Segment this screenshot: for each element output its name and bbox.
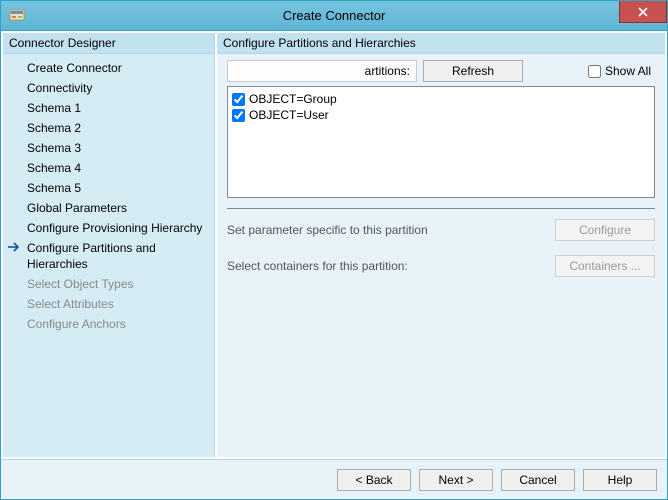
list-item-label: OBJECT=Group <box>249 92 337 106</box>
nav-item-label: Schema 2 <box>27 121 81 135</box>
divider <box>227 208 655 209</box>
nav-item-label: Select Attributes <box>27 297 114 311</box>
nav-item-label: Schema 3 <box>27 141 81 155</box>
containers-label: Select containers for this partition: <box>227 259 555 273</box>
nav-item-3[interactable]: Schema 2 <box>3 118 214 138</box>
containers-button[interactable]: Containers ... <box>555 255 655 277</box>
cancel-button[interactable]: Cancel <box>501 469 575 491</box>
nav-item-label: Create Connector <box>27 61 122 75</box>
showall-wrap[interactable]: Show All <box>588 64 655 78</box>
titlebar: Create Connector <box>1 1 667 31</box>
help-button[interactable]: Help <box>583 469 657 491</box>
footer: < Back Next > Cancel Help <box>1 459 667 499</box>
partitions-label: artitions: <box>227 60 417 82</box>
partitions-listbox[interactable]: OBJECT=Group OBJECT=User <box>227 86 655 198</box>
close-button[interactable] <box>619 1 667 23</box>
next-button[interactable]: Next > <box>419 469 493 491</box>
param-label: Set parameter specific to this partition <box>227 223 555 237</box>
nav-item-9[interactable]: Configure Partitions and Hierarchies <box>3 238 214 274</box>
nav-item-7[interactable]: Global Parameters <box>3 198 214 218</box>
window: Create Connector Connector Designer Crea… <box>0 0 668 500</box>
nav-item-2[interactable]: Schema 1 <box>3 98 214 118</box>
nav-item-1[interactable]: Connectivity <box>3 78 214 98</box>
configure-button[interactable]: Configure <box>555 219 655 241</box>
sidebar-items: Create Connector Connectivity Schema 1 Sche… <box>3 54 214 338</box>
nav-item-label: Global Parameters <box>27 201 127 215</box>
nav-item-11: Select Attributes <box>3 294 214 314</box>
window-title: Create Connector <box>1 8 667 23</box>
nav-item-10: Select Object Types <box>3 274 214 294</box>
nav-item-label: Configure Partitions and Hierarchies <box>27 241 156 271</box>
app-icon <box>9 8 25 24</box>
nav-item-4[interactable]: Schema 3 <box>3 138 214 158</box>
main-body: artitions: Refresh Show All OBJECT=Group… <box>217 54 665 457</box>
main-panel: Configure Partitions and Hierarchies art… <box>217 33 665 457</box>
list-item-checkbox[interactable] <box>232 109 245 122</box>
nav-item-label: Schema 1 <box>27 101 81 115</box>
main-header: Configure Partitions and Hierarchies <box>217 33 665 54</box>
nav-item-0[interactable]: Create Connector <box>3 58 214 78</box>
nav-item-label: Schema 4 <box>27 161 81 175</box>
nav-item-5[interactable]: Schema 4 <box>3 158 214 178</box>
param-row: Set parameter specific to this partition… <box>227 219 655 241</box>
current-step-icon <box>7 240 21 254</box>
nav-item-8[interactable]: Configure Provisioning Hierarchy <box>3 218 214 238</box>
refresh-button[interactable]: Refresh <box>423 60 523 82</box>
list-item-label: OBJECT=User <box>249 108 329 122</box>
showall-label: Show All <box>605 64 651 78</box>
list-item[interactable]: OBJECT=User <box>232 107 650 123</box>
nav-item-label: Schema 5 <box>27 181 81 195</box>
sidebar-header: Connector Designer <box>3 33 214 54</box>
nav-item-label: Configure Provisioning Hierarchy <box>27 221 202 235</box>
list-item[interactable]: OBJECT=Group <box>232 91 650 107</box>
showall-checkbox[interactable] <box>588 65 601 78</box>
sidebar: Connector Designer Create Connector Conne… <box>3 33 215 457</box>
nav-item-12: Configure Anchors <box>3 314 214 334</box>
nav-item-6[interactable]: Schema 5 <box>3 178 214 198</box>
list-item-checkbox[interactable] <box>232 93 245 106</box>
content: Connector Designer Create Connector Conne… <box>1 31 667 459</box>
containers-row: Select containers for this partition: Co… <box>227 255 655 277</box>
nav-item-label: Connectivity <box>27 81 92 95</box>
nav-item-label: Select Object Types <box>27 277 134 291</box>
toolbar-row: artitions: Refresh Show All <box>227 60 655 82</box>
nav-item-label: Configure Anchors <box>27 317 126 331</box>
back-button[interactable]: < Back <box>337 469 411 491</box>
